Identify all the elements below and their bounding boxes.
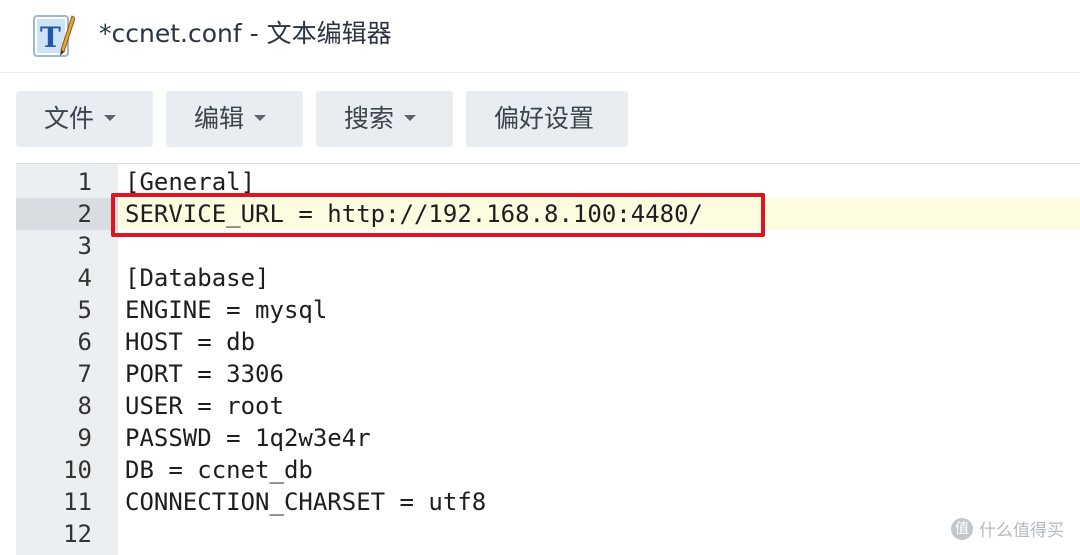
editor-line[interactable]: 1 [General] [16, 166, 1080, 198]
file-menu-label: 文件 [44, 104, 95, 133]
line-text: ENGINE = mysql [125, 296, 328, 324]
line-number: 2 [16, 198, 118, 230]
editor-line[interactable]: 7 PORT = 3306 [16, 358, 1080, 390]
text-editor-app-icon: T [33, 15, 75, 57]
line-text: [Database] [125, 264, 270, 292]
editor-line[interactable]: 11 CONNECTION_CHARSET = utf8 [16, 486, 1080, 518]
editor-line[interactable]: 9 PASSWD = 1q2w3e4r [16, 422, 1080, 454]
edit-menu-button[interactable]: 编辑 [166, 91, 303, 147]
editor-line[interactable]: 10 DB = ccnet_db [16, 454, 1080, 486]
editor-line[interactable]: 8 USER = root [16, 390, 1080, 422]
caret-down-icon [104, 115, 117, 121]
title-bar: T *ccnet.conf - 文本编辑器 [0, 0, 1080, 73]
editor-line[interactable]: 3 [16, 230, 1080, 262]
editor-line[interactable]: 5 ENGINE = mysql [16, 294, 1080, 326]
edit-menu-label: 编辑 [194, 104, 245, 133]
watermark-logo-icon: 值 [951, 518, 973, 540]
line-number: 4 [77, 264, 92, 292]
caret-down-icon [404, 115, 417, 121]
line-text: HOST = db [125, 328, 256, 356]
window-title: *ccnet.conf - 文本编辑器 [99, 19, 392, 48]
line-text: USER = root [125, 392, 284, 420]
line-number: 5 [77, 296, 92, 324]
code-editor[interactable]: 1 [General] 2 SERVICE_URL = http://192.168.… [16, 163, 1080, 555]
line-text: DB = ccnet_db [125, 456, 313, 484]
watermark-text: 什么值得买 [979, 521, 1064, 541]
line-number: 11 [63, 488, 92, 516]
editor-line[interactable]: 12 [16, 518, 1080, 550]
preferences-label: 偏好设置 [494, 104, 595, 133]
line-number: 7 [77, 360, 92, 388]
line-number: 3 [77, 232, 92, 260]
preferences-button[interactable]: 偏好设置 [466, 91, 628, 147]
search-menu-label: 搜索 [344, 104, 395, 133]
line-text: [General] [125, 168, 256, 196]
line-text: PORT = 3306 [125, 360, 284, 388]
watermark: 值什么值得买 [951, 516, 1064, 546]
line-number: 9 [77, 424, 92, 452]
line-text: PASSWD = 1q2w3e4r [125, 424, 371, 452]
line-number: 10 [63, 456, 92, 484]
caret-down-icon [254, 115, 267, 121]
editor-line[interactable]: 6 HOST = db [16, 326, 1080, 358]
search-menu-button[interactable]: 搜索 [316, 91, 453, 147]
svg-text:T: T [40, 21, 61, 54]
line-number: 1 [77, 168, 92, 196]
menu-bar: 文件 编辑 搜索 偏好设置 [0, 73, 1080, 163]
line-number: 8 [77, 392, 92, 420]
line-number: 6 [77, 328, 92, 356]
line-number: 12 [63, 520, 92, 548]
line-text: CONNECTION_CHARSET = utf8 [125, 488, 487, 516]
line-text: SERVICE_URL = http://192.168.8.100:4480/ [125, 200, 703, 228]
editor-line[interactable]: 4 [Database] [16, 262, 1080, 294]
editor-line[interactable]: 2 SERVICE_URL = http://192.168.8.100:4480… [16, 198, 1080, 230]
file-menu-button[interactable]: 文件 [16, 91, 153, 147]
